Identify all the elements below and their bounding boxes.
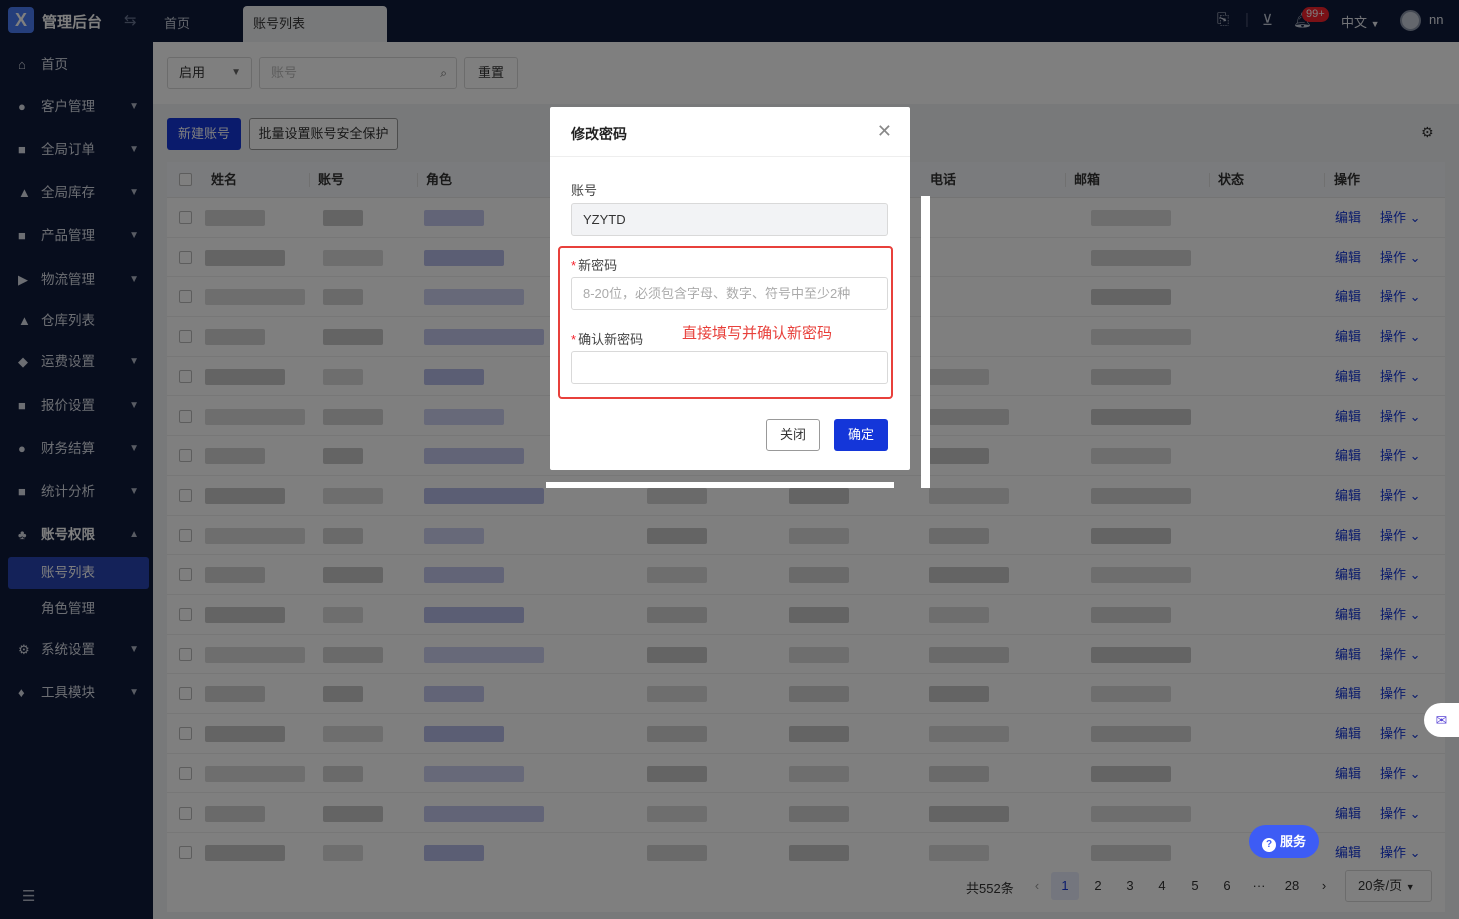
annotation-text: 直接填写并确认新密码 (682, 325, 833, 342)
assistant-float-icon[interactable]: ✉ (1424, 703, 1459, 737)
confirm-password-label-text: 确认新密码 (578, 332, 644, 347)
account-label: 账号 (571, 183, 598, 198)
new-password-field[interactable]: 8-20位，必须包含字母、数字、符号中至少2种 (571, 277, 888, 310)
change-password-dialog: 修改密码 ✕ 账号 YZYTD * 新密码 8-20位，必须包含字母、数字、符号中… (550, 107, 910, 470)
dialog-header: 修改密码 ✕ (550, 107, 910, 157)
confirm-password-label: * 确认新密码 (571, 329, 643, 348)
dialog-title: 修改密码 (571, 126, 627, 142)
close-icon[interactable]: ✕ (877, 121, 892, 142)
account-field: YZYTD (571, 203, 888, 236)
service-button[interactable]: ? 服务 (1249, 825, 1319, 858)
question-icon: ? (1262, 838, 1276, 852)
confirm-password-field[interactable] (571, 351, 888, 384)
required-mark: * (571, 258, 577, 273)
service-label: 服务 (1280, 834, 1307, 849)
horizontal-scrollbar[interactable] (546, 482, 894, 488)
required-mark: * (571, 332, 577, 347)
close-button[interactable]: 关闭 (766, 419, 820, 451)
confirm-button[interactable]: 确定 (834, 419, 888, 451)
vertical-scrollbar[interactable] (921, 196, 930, 488)
new-password-label-text: 新密码 (578, 258, 618, 273)
new-password-label: * 新密码 (571, 255, 617, 274)
